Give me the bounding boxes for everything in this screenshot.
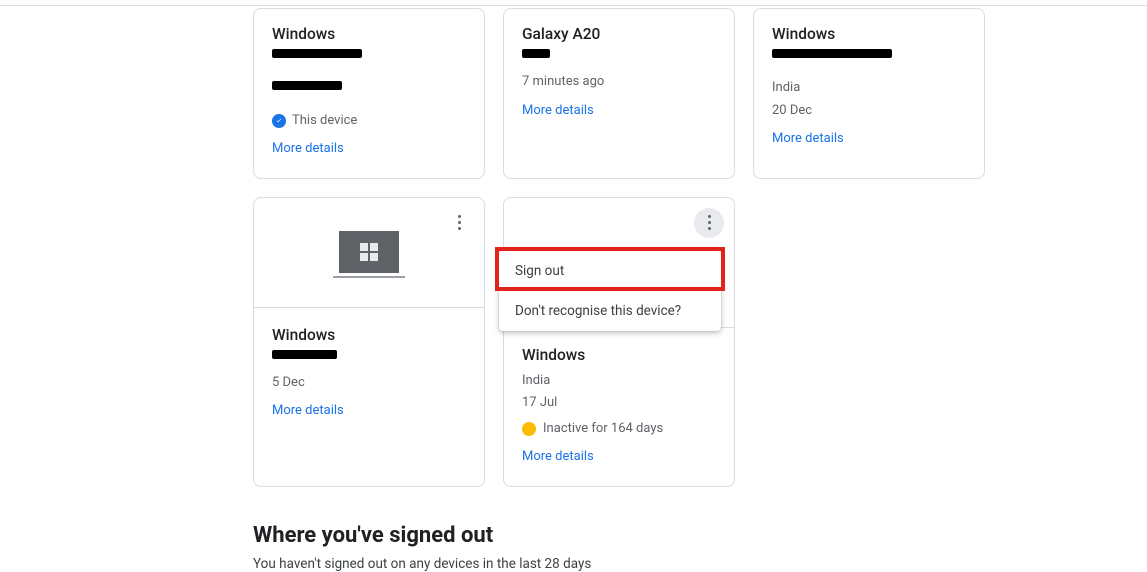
device-date: 20 Dec [772, 100, 966, 122]
more-details-link[interactable]: More details [522, 446, 594, 468]
check-circle-icon [272, 114, 286, 128]
device-title: Windows [272, 322, 466, 348]
device-time: 7 minutes ago [522, 71, 716, 93]
device-date: 17 Jul [522, 392, 716, 414]
redacted-text: India [522, 49, 550, 58]
device-options-menu: Sign out Don't recognise this device? [499, 251, 721, 331]
device-card: Galaxy A20 India 7 minutes ago More deta… [503, 8, 735, 179]
more-details-link[interactable]: More details [772, 128, 844, 150]
device-title: Windows [772, 21, 966, 47]
device-card: Windows xxxxxxxxxx 5 Dec More details [253, 197, 485, 488]
sign-out-option[interactable]: Sign out [499, 251, 721, 291]
warning-icon [522, 422, 536, 436]
device-title: Windows [272, 21, 466, 47]
signed-out-subtitle: You haven't signed out on any devices in… [253, 556, 1013, 572]
device-location: India [772, 77, 966, 99]
this-device-label: This device [292, 110, 357, 132]
signed-out-title: Where you've signed out [253, 523, 1013, 548]
device-location: India [522, 370, 716, 392]
device-card: Windows India 17 Jul Inactive for 164 da… [503, 197, 735, 488]
more-options-button[interactable] [694, 208, 724, 238]
device-card: Windows DESKTOP - THOMAS India 20 Dec Mo… [753, 8, 985, 179]
device-title: Windows [522, 342, 716, 368]
more-details-link[interactable]: More details [272, 400, 344, 422]
redacted-text: DESKTOP - THOMAS [772, 49, 892, 58]
more-details-link[interactable]: More details [522, 100, 594, 122]
redacted-text: xxxxxx India [272, 81, 342, 90]
device-title: Galaxy A20 [522, 21, 716, 47]
device-date: 5 Dec [272, 372, 466, 394]
more-options-button[interactable] [444, 208, 474, 238]
device-laptop-icon [339, 231, 399, 273]
not-recognise-option[interactable]: Don't recognise this device? [499, 291, 721, 331]
more-details-link[interactable]: More details [272, 138, 344, 160]
redacted-text: Aspire VS 572H [272, 49, 362, 58]
inactive-label: Inactive for 164 days [543, 418, 663, 440]
device-card: Windows Aspire VS 572H xxxxxx India This… [253, 8, 485, 179]
redacted-text: xxxxxxxxxx [272, 350, 337, 359]
